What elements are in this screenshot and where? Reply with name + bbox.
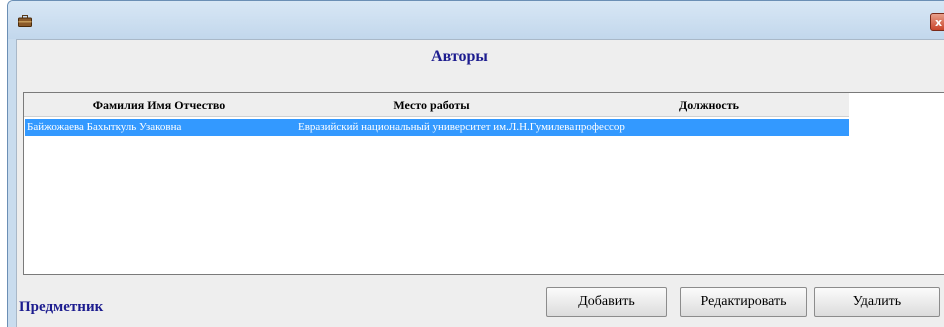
- column-header-name[interactable]: Фамилия Имя Отчество: [24, 98, 294, 113]
- form-title: Авторы: [431, 48, 488, 65]
- authors-table[interactable]: Фамилия Имя Отчество Место работы Должно…: [23, 92, 944, 275]
- add-button[interactable]: Добавить: [546, 287, 667, 317]
- close-button[interactable]: x: [930, 13, 944, 31]
- cell-position: профессор: [575, 121, 625, 133]
- authors-window: x Авторы Фамилия Имя Отчество Место рабо…: [7, 0, 944, 327]
- column-header-workplace[interactable]: Место работы: [294, 98, 569, 113]
- form-client-area: Авторы Фамилия Имя Отчество Место работы…: [16, 39, 944, 327]
- edit-button[interactable]: Редактировать: [680, 287, 807, 317]
- table-header: Фамилия Имя Отчество Место работы Должно…: [24, 93, 849, 117]
- title-bar[interactable]: x: [8, 1, 944, 39]
- delete-button[interactable]: Удалить: [814, 287, 940, 317]
- close-icon: x: [935, 16, 943, 29]
- subject-section-label: Предметник: [19, 299, 104, 315]
- column-header-position[interactable]: Должность: [569, 98, 849, 113]
- cell-workplace: Евразийский национальный университет им.…: [298, 121, 575, 133]
- table-row[interactable]: Байжожаева Бахыткуль Узаковна Евразийски…: [25, 119, 849, 136]
- cell-name: Байжожаева Бахыткуль Узаковна: [27, 121, 182, 133]
- briefcase-icon: [18, 15, 32, 27]
